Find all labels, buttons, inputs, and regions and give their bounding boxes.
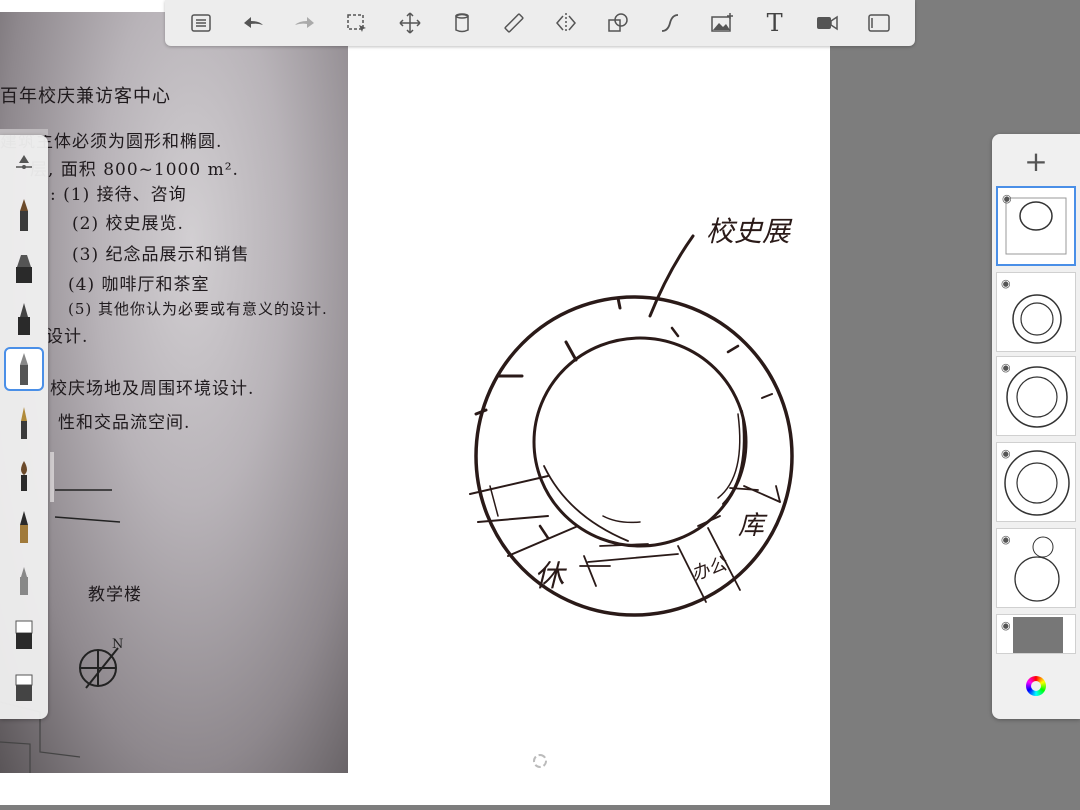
ring-sketch[interactable]: 校史展 休 办公 库: [348, 46, 830, 796]
layer-thumbnail[interactable]: ◉: [996, 356, 1076, 436]
eraser-icon[interactable]: [4, 611, 44, 655]
layer-thumbnail[interactable]: ◉: [996, 272, 1076, 352]
inner-ring: [532, 336, 748, 548]
top-toolbar: T: [165, 0, 915, 46]
sketch-label-store: 库: [738, 511, 768, 541]
page-indicator-icon[interactable]: [533, 754, 547, 768]
layer-thumbnail[interactable]: ◉: [996, 442, 1076, 522]
layer-thumbnail[interactable]: ◉: [996, 186, 1076, 266]
fullscreen-icon[interactable]: [859, 3, 899, 43]
paintbrush-icon[interactable]: [4, 453, 44, 497]
photo-drawing: N: [0, 129, 123, 773]
eye-icon[interactable]: ◉: [1001, 447, 1011, 460]
text-icon[interactable]: T: [755, 3, 795, 43]
brush-pen-icon[interactable]: [4, 505, 44, 549]
pen-brush-icon[interactable]: [4, 297, 44, 341]
color-wheel-icon[interactable]: [1026, 676, 1046, 696]
eye-icon[interactable]: ◉: [1001, 277, 1011, 290]
symmetry-icon[interactable]: [546, 3, 586, 43]
ruler-icon[interactable]: [494, 3, 534, 43]
airbrush-icon[interactable]: [4, 557, 44, 601]
eye-icon[interactable]: ◉: [1001, 619, 1011, 632]
sketch-label-rest: 休: [534, 559, 567, 594]
add-layer-button[interactable]: +: [992, 142, 1080, 182]
eye-icon[interactable]: ◉: [1001, 533, 1011, 546]
list-icon[interactable]: [181, 3, 221, 43]
video-icon[interactable]: [807, 3, 847, 43]
reference-photo-layer: 百年校庆兼访客中心 建筑主体必须为圆形和椭圆. 层, 面积 800~1000 m…: [0, 12, 348, 773]
ballpoint-brush-icon[interactable]: [4, 347, 44, 391]
layer-thumbnail[interactable]: ◉: [996, 614, 1076, 654]
eye-icon[interactable]: ◉: [1002, 192, 1012, 205]
eye-icon[interactable]: ◉: [1001, 361, 1011, 374]
brush-settings-icon[interactable]: [4, 139, 44, 183]
curve-icon[interactable]: [650, 3, 690, 43]
brush-palette: [0, 135, 48, 719]
marker-brush-icon[interactable]: [4, 245, 44, 289]
pencil-brush-icon[interactable]: [4, 193, 44, 237]
layer-thumbnail[interactable]: ◉: [996, 528, 1076, 608]
image-icon[interactable]: [702, 3, 742, 43]
sketch-label-history: 校史展: [706, 215, 793, 248]
smudge-icon[interactable]: [4, 663, 44, 707]
fineliner-brush-icon[interactable]: [4, 401, 44, 445]
redo-icon[interactable]: [285, 3, 325, 43]
fill-icon[interactable]: [442, 3, 482, 43]
undo-icon[interactable]: [233, 3, 273, 43]
layers-panel: + ◉ ◉ ◉ ◉ ◉ ◉: [992, 134, 1080, 719]
transform-icon[interactable]: [390, 3, 430, 43]
select-icon[interactable]: [337, 3, 377, 43]
sketch-label-office: 办公: [689, 553, 732, 586]
shape-icon[interactable]: [598, 3, 638, 43]
north-label: N: [112, 637, 123, 652]
